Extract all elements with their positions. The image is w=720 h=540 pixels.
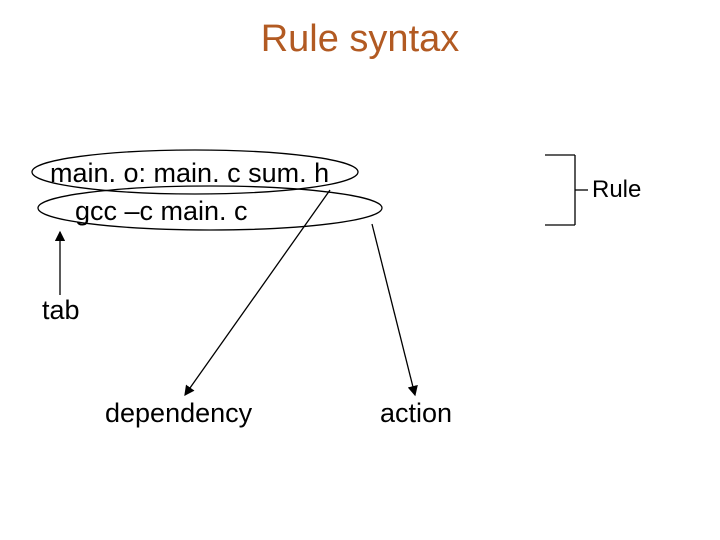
tab-label: tab	[42, 295, 80, 326]
rule-label: Rule	[592, 176, 641, 204]
dependency-label: dependency	[105, 398, 252, 429]
rule-bracket	[545, 155, 588, 225]
action-arrow	[372, 224, 415, 395]
rule-dependency-line: main. o: main. c sum. h	[50, 158, 329, 189]
rule-action-line: gcc –c main. c	[75, 196, 248, 227]
action-label: action	[380, 398, 452, 429]
connectors-overlay	[0, 0, 720, 540]
slide-title: Rule syntax	[0, 18, 720, 61]
diagram-stage: Rule syntax main. o: main. c sum. h gcc …	[0, 0, 720, 540]
